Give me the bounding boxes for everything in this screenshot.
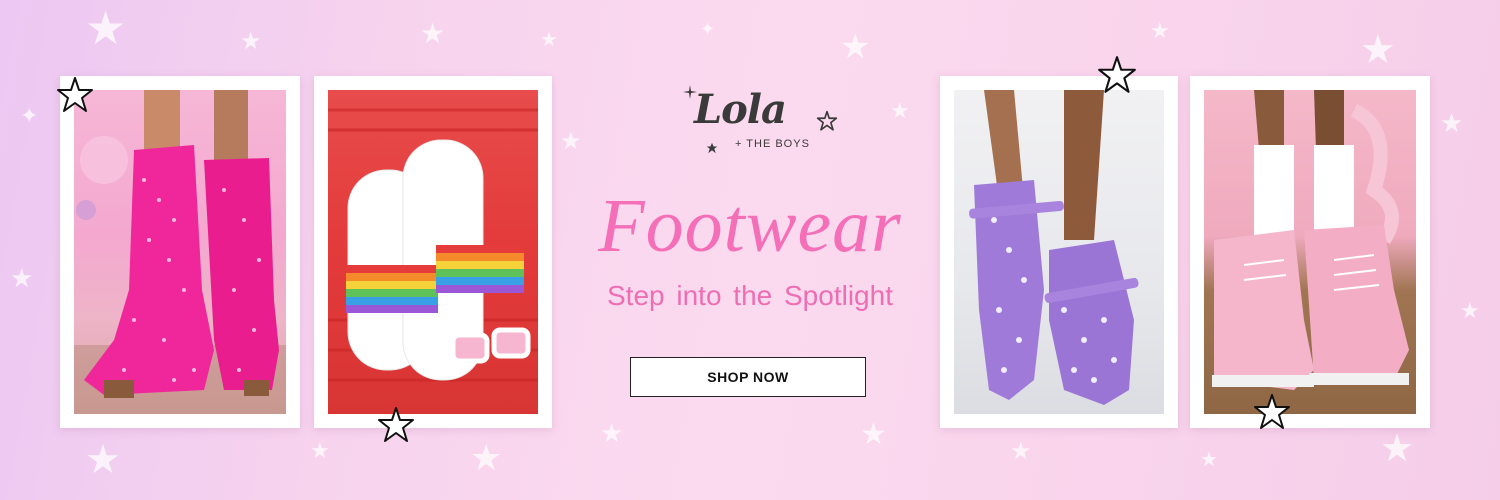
- sparkle-icon: ★: [1440, 108, 1464, 138]
- sparkle-icon: ★: [240, 28, 262, 55]
- star-icon: [706, 142, 718, 154]
- shop-now-button[interactable]: SHOP NOW: [630, 357, 866, 397]
- lavender-flats-photo: [954, 90, 1164, 414]
- sparkle-icon: ★: [1380, 428, 1415, 470]
- outline-star-icon: [57, 77, 93, 112]
- lavender-flats-illustration: [969, 90, 1139, 405]
- sparkle-icon: ★: [540, 29, 558, 51]
- sparkle-icon: ★: [1150, 18, 1170, 43]
- sparkle-icon: ★: [85, 438, 121, 482]
- sparkle-icon: ★: [1010, 438, 1032, 465]
- sparkle-icon: ★: [310, 438, 330, 463]
- center-content: Lola + THE BOYS Footwear Step into the S…: [560, 0, 940, 500]
- photo-frame-lavender-flats[interactable]: [940, 76, 1178, 428]
- logo-subtext: + THE BOYS: [735, 138, 810, 150]
- photo-frame-pearl-boots[interactable]: [1190, 76, 1430, 428]
- outline-star-icon: [378, 407, 414, 442]
- sparkle-icon: ★: [85, 2, 127, 54]
- headline: Footwear: [598, 184, 902, 268]
- pearl-boots-illustration: [1212, 90, 1409, 390]
- sparkle-icon: ★: [1200, 449, 1218, 471]
- photo-frame-pink-boots[interactable]: [60, 76, 300, 428]
- rainbow-slides-illustration: [328, 108, 538, 382]
- sparkle-icon: ★: [10, 263, 34, 293]
- pearl-boots-photo: [1204, 90, 1416, 414]
- hero-banner: ★ ✦ ★ ★ ★ ★ ★ ★ ★ ★ ★ ✦ ★ ★ ★ ★ ★ ★ ★ ★ …: [0, 0, 1500, 500]
- sparkle-icon: ★: [470, 437, 503, 478]
- logo-wordmark: Lola: [694, 86, 787, 133]
- pink-boots-illustration: [74, 90, 286, 414]
- brand-logo[interactable]: Lola + THE BOYS: [680, 80, 840, 160]
- rainbow-slides-photo: [328, 90, 538, 414]
- sparkle-icon: ★: [1360, 28, 1396, 72]
- sparkle-icon: ✦: [20, 103, 39, 128]
- sparkle-icon: ★: [420, 18, 446, 49]
- outline-star-icon: [1098, 56, 1136, 93]
- sparkle-icon: ★: [1460, 298, 1480, 323]
- outline-star-icon: [816, 110, 838, 131]
- tagline: Step into the Spotlight: [607, 280, 893, 311]
- outline-star-icon: [1254, 394, 1290, 429]
- photo-frame-rainbow-slides[interactable]: [314, 76, 552, 428]
- pink-boots-photo: [74, 90, 286, 414]
